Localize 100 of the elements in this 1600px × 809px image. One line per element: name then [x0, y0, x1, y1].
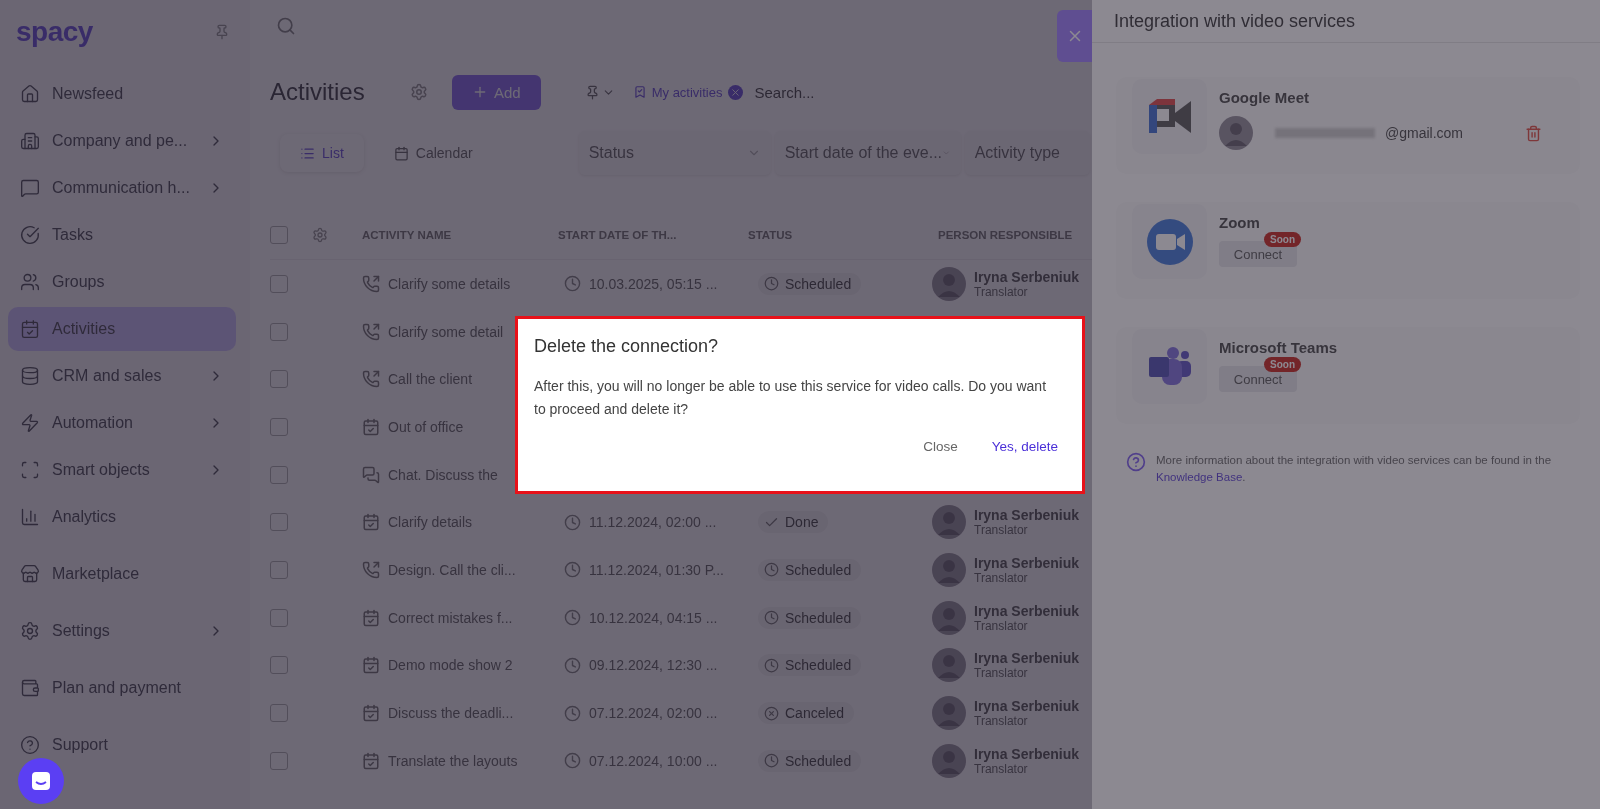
- service-name: Microsoft Teams: [1219, 339, 1339, 356]
- account-email: @gmail.com: [1385, 125, 1464, 141]
- check-circle-icon: [20, 225, 40, 245]
- sidebar-item[interactable]: Company and pe...: [8, 119, 236, 163]
- service-name: Google Meet: [1219, 89, 1310, 106]
- status-text: Scheduled: [785, 609, 852, 626]
- logo: spacy: [16, 16, 93, 48]
- sidebar-label: Activities: [52, 320, 117, 338]
- checkbox[interactable]: [270, 513, 288, 532]
- sidebar-item[interactable]: Marketplace: [8, 552, 236, 596]
- sidebar-label: Newsfeed: [52, 85, 125, 103]
- checkbox[interactable]: [270, 370, 288, 389]
- sidebar-item[interactable]: Communication h...: [8, 166, 236, 210]
- person-name: Iryna Serbeniuk: [974, 554, 1080, 571]
- sidebar-item[interactable]: CRM and sales: [8, 354, 236, 398]
- wallet-icon: [20, 678, 40, 698]
- sidebar-label: CRM and sales: [52, 367, 163, 385]
- pin-icon[interactable]: [214, 24, 230, 40]
- clock-icon: [764, 610, 779, 626]
- sidebar-item[interactable]: Activities: [8, 307, 236, 351]
- status-text: Scheduled: [785, 275, 852, 292]
- search-field[interactable]: Search...: [752, 82, 957, 102]
- sidebar-item[interactable]: Smart objects: [8, 448, 236, 492]
- checkbox[interactable]: [270, 704, 288, 723]
- clock-icon: [764, 753, 779, 769]
- sidebar-label: Communication h...: [52, 179, 191, 197]
- confirm-button[interactable]: Yes, delete: [985, 435, 1064, 458]
- status-text: Scheduled: [785, 561, 852, 578]
- store-icon: [20, 564, 40, 584]
- filter-chip[interactable]: My activities: [651, 84, 723, 100]
- sidebar-label: Tasks: [52, 226, 94, 244]
- phone-icon: [362, 274, 380, 293]
- checkbox[interactable]: [270, 560, 288, 579]
- close-button[interactable]: [1057, 10, 1092, 62]
- clock-icon: [564, 275, 581, 293]
- sidebar-label: Support: [52, 736, 110, 754]
- chat-icon: [362, 465, 380, 484]
- service-name: Zoom: [1219, 214, 1261, 231]
- plus-icon: [472, 84, 488, 100]
- clock-icon: [564, 704, 581, 722]
- clock-icon: [564, 656, 581, 674]
- person-name: Iryna Serbeniuk: [974, 602, 1080, 619]
- calendar-icon: [20, 319, 40, 339]
- building-icon: [20, 131, 40, 151]
- sidebar-label: Analytics: [52, 508, 118, 526]
- checkbox[interactable]: [270, 608, 288, 627]
- person-name: Iryna Serbeniuk: [974, 507, 1080, 524]
- settings-icon[interactable]: [312, 227, 328, 243]
- sidebar-item[interactable]: Plan and payment: [8, 666, 236, 710]
- clock-icon: [564, 513, 581, 531]
- calendar-icon: [362, 751, 380, 770]
- home-icon: [20, 84, 40, 104]
- person-name: Iryna Serbeniuk: [974, 698, 1080, 715]
- pin-icon[interactable]: [584, 84, 600, 100]
- status-text: Canceled: [785, 705, 845, 722]
- close-icon[interactable]: [727, 84, 743, 100]
- clock-icon: [564, 561, 581, 579]
- sidebar-item[interactable]: Tasks: [8, 213, 236, 257]
- checkbox[interactable]: [270, 226, 288, 244]
- sidebar-item[interactable]: Support: [8, 723, 236, 767]
- panel-title: Integration with video services: [1092, 0, 1600, 43]
- sidebar-item[interactable]: Analytics: [8, 495, 236, 539]
- settings-icon: [20, 621, 40, 641]
- checkbox[interactable]: [270, 274, 288, 293]
- help-icon: [1126, 452, 1146, 472]
- dialog-message: After this, you will no longer be able to use this service for video calls. Do you want to proceed and delete it?: [534, 377, 1048, 419]
- sidebar-label: Marketplace: [52, 565, 141, 583]
- chat-icon: [20, 178, 40, 198]
- settings-icon[interactable]: [410, 83, 428, 101]
- delete-icon[interactable]: [1525, 124, 1542, 142]
- scan-icon: [20, 460, 40, 480]
- calendar-icon: [393, 145, 409, 161]
- clock-icon: [564, 609, 581, 627]
- sidebar-label: Company and pe...: [52, 132, 189, 150]
- view-tab[interactable]: List: [280, 134, 364, 172]
- calendar-icon: [362, 513, 380, 532]
- clock-icon: [564, 752, 581, 770]
- sidebar-item[interactable]: Automation: [8, 401, 236, 445]
- person-name: Iryna Serbeniuk: [974, 268, 1080, 285]
- sidebar-item[interactable]: Groups: [8, 260, 236, 304]
- checkbox[interactable]: [270, 417, 288, 436]
- clock-icon: [764, 276, 779, 292]
- sidebar-item[interactable]: Newsfeed: [8, 72, 236, 116]
- checkbox[interactable]: [270, 322, 288, 341]
- checkbox[interactable]: [270, 465, 288, 484]
- status-text: Scheduled: [785, 657, 852, 674]
- search-icon[interactable]: [276, 16, 296, 36]
- checkbox[interactable]: [270, 751, 288, 770]
- close-button[interactable]: Close: [917, 435, 964, 458]
- sidebar-label: Settings: [52, 622, 111, 640]
- sidebar-item[interactable]: Settings: [8, 609, 236, 653]
- calendar-icon: [362, 417, 380, 436]
- users-icon: [20, 272, 40, 292]
- page-title: Activities: [270, 78, 366, 106]
- stack-icon: [20, 366, 40, 386]
- lightning-icon: [20, 413, 40, 433]
- phone-icon: [362, 560, 380, 579]
- checkbox[interactable]: [270, 656, 288, 675]
- chat-icon: [30, 770, 52, 792]
- help-icon: [20, 735, 40, 755]
